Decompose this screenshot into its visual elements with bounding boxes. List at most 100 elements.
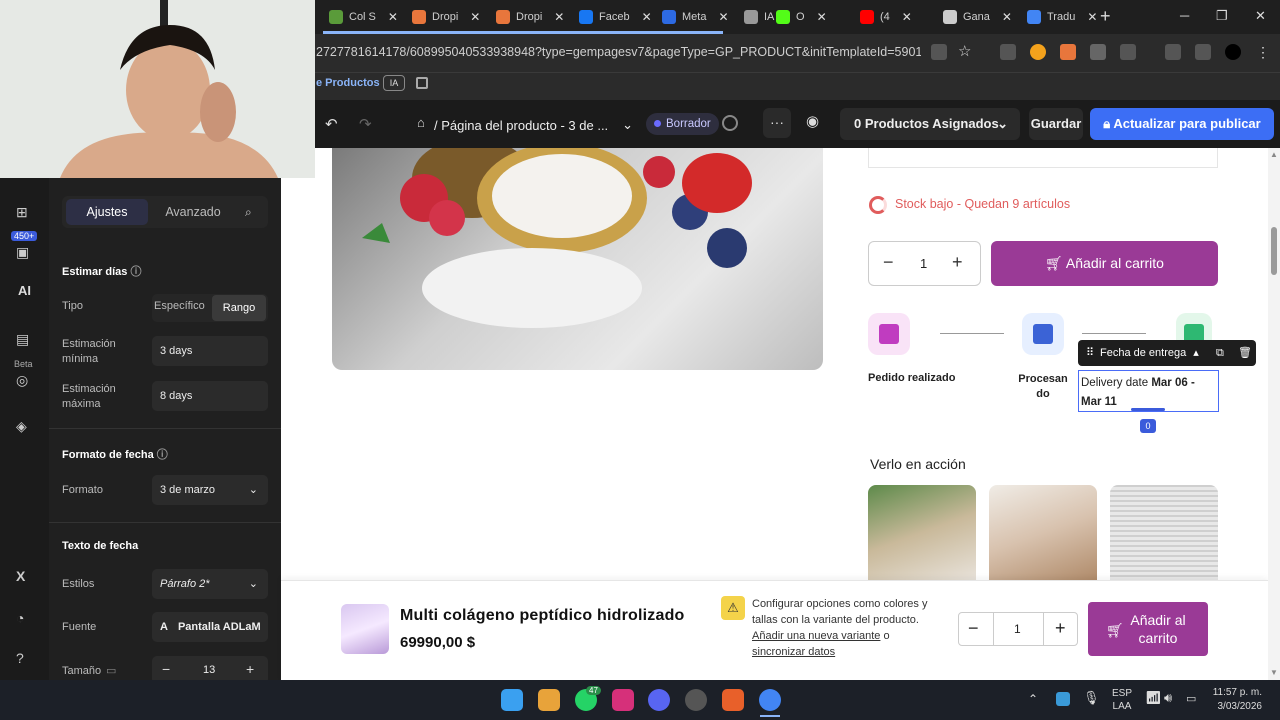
type-specific-option[interactable]: Específico bbox=[154, 300, 205, 312]
redo-icon[interactable]: ↷ bbox=[359, 115, 372, 133]
delivery-date-text[interactable]: Delivery date Mar 06 - Mar 11 bbox=[1078, 370, 1219, 412]
fl-studio-icon[interactable] bbox=[722, 689, 744, 711]
browser-tab[interactable]: Col S ✕ bbox=[323, 4, 404, 30]
battery-icon[interactable]: ▭ bbox=[1186, 692, 1196, 705]
browser-tab[interactable]: Faceb ✕ bbox=[573, 4, 658, 30]
bookmark-star-icon[interactable]: ☆ bbox=[958, 44, 974, 60]
extension-icon[interactable] bbox=[1030, 44, 1046, 60]
publish-button[interactable]: 🔒︎ Actualizar para publicar bbox=[1090, 108, 1274, 140]
sticky-add-to-cart-button[interactable]: 🛒︎ Añadir al carrito bbox=[1088, 602, 1208, 656]
info-icon[interactable]: ⓘ bbox=[130, 266, 141, 278]
chrome-icon[interactable] bbox=[759, 689, 781, 711]
extension-icon[interactable] bbox=[1060, 44, 1076, 60]
pages-icon[interactable]: ▤ bbox=[16, 331, 29, 348]
sync-data-link[interactable]: sincronizar datos bbox=[752, 646, 835, 658]
store-icon[interactable] bbox=[538, 689, 560, 711]
preview-eye-icon[interactable]: ◉ bbox=[806, 112, 819, 130]
min-estimate-input[interactable]: 3 days bbox=[152, 336, 268, 366]
scroll-up-icon[interactable]: ▲ bbox=[1270, 150, 1278, 159]
tray-chevron-icon[interactable]: ⌃ bbox=[1028, 692, 1038, 706]
speed-icon[interactable]: ◔ bbox=[16, 610, 24, 626]
browser-tab[interactable]: O ✕ bbox=[770, 4, 833, 30]
sticky-decrease-button[interactable]: − bbox=[968, 618, 979, 639]
eyedropper-icon[interactable] bbox=[1090, 44, 1106, 60]
browser-tab[interactable]: Dropi ✕ bbox=[406, 4, 486, 30]
url-field[interactable]: 2727781614178/608995040533938948?type=ge… bbox=[316, 45, 921, 59]
bookmark-products[interactable]: e Productos bbox=[316, 77, 380, 89]
close-tab-icon[interactable]: ✕ bbox=[1087, 10, 1097, 24]
bookmark-ia[interactable]: IA bbox=[383, 75, 405, 91]
chevron-up-icon[interactable]: ▴ bbox=[1193, 347, 1199, 359]
browser-tab[interactable]: (4 ✕ bbox=[854, 4, 918, 30]
format-select[interactable]: 3 de marzo ⌄ bbox=[152, 475, 268, 505]
undo-icon[interactable]: ↶ bbox=[325, 115, 338, 133]
extension-icon[interactable] bbox=[1000, 44, 1016, 60]
video-thumbnail[interactable] bbox=[1110, 485, 1218, 580]
close-tab-icon[interactable]: ✕ bbox=[718, 10, 728, 24]
wifi-icon[interactable]: 📶︎ bbox=[1145, 690, 1162, 706]
help-icon[interactable]: ? bbox=[16, 650, 24, 666]
close-tab-icon[interactable]: ✕ bbox=[470, 10, 480, 24]
scroll-down-icon[interactable]: ▼ bbox=[1270, 668, 1278, 677]
translate-page-icon[interactable] bbox=[931, 44, 947, 60]
extensions-puzzle-icon[interactable] bbox=[1120, 44, 1136, 60]
theme-icon[interactable]: ◎ bbox=[16, 372, 28, 389]
close-tab-icon[interactable]: ✕ bbox=[388, 10, 398, 24]
video-thumbnail[interactable] bbox=[868, 485, 976, 580]
profile-avatar[interactable] bbox=[1225, 44, 1241, 60]
more-options-button[interactable]: ··· bbox=[763, 108, 791, 138]
reading-list-icon[interactable] bbox=[1195, 44, 1211, 60]
performance-icon[interactable] bbox=[1165, 44, 1181, 60]
browser-tab[interactable]: Meta ✕ bbox=[656, 4, 735, 30]
max-estimate-input[interactable]: 8 days bbox=[152, 381, 268, 411]
x-icon[interactable]: X bbox=[16, 568, 25, 584]
tab-advanced[interactable]: Avanzado bbox=[158, 199, 228, 225]
grid-icon[interactable] bbox=[416, 77, 428, 89]
app-icon[interactable] bbox=[685, 689, 707, 711]
quantity-value[interactable]: 1 bbox=[920, 256, 927, 271]
sticky-increase-button[interactable]: + bbox=[1055, 618, 1066, 639]
templates-icon[interactable]: ▣ bbox=[16, 244, 29, 261]
ai-settings-icon[interactable] bbox=[722, 115, 738, 131]
size-increase-button[interactable]: + bbox=[246, 661, 254, 677]
browser-tab[interactable]: Gana ✕ bbox=[937, 4, 1018, 30]
drag-handle-icon[interactable]: ⠿ bbox=[1086, 340, 1094, 366]
quantity-increase-button[interactable]: + bbox=[952, 252, 963, 273]
minimize-button[interactable]: ─ bbox=[1180, 8, 1189, 23]
add-variant-link[interactable]: Añadir una nueva variante bbox=[752, 630, 880, 642]
browser-tab[interactable]: Dropi ✕ bbox=[490, 4, 570, 30]
search-icon[interactable]: ⌕ bbox=[245, 205, 252, 220]
close-window-button[interactable]: ✕ bbox=[1255, 8, 1266, 24]
styles-select[interactable]: Párrafo 2* ⌄ bbox=[152, 569, 268, 599]
info-icon[interactable]: ⓘ bbox=[157, 449, 168, 461]
microphone-icon[interactable]: 🎙︎ bbox=[1083, 690, 1100, 706]
tray-app-icon[interactable] bbox=[1056, 692, 1070, 706]
video-thumbnail[interactable] bbox=[989, 485, 1097, 580]
quantity-decrease-button[interactable]: − bbox=[883, 252, 894, 273]
layers-icon[interactable]: ◈ bbox=[16, 418, 27, 435]
duplicate-icon[interactable]: ⧉ bbox=[1216, 340, 1224, 366]
product-image[interactable] bbox=[332, 148, 823, 370]
add-to-cart-button[interactable]: 🛒︎ Añadir al carrito bbox=[991, 241, 1218, 286]
save-button[interactable]: Guardar bbox=[1029, 108, 1083, 140]
maximize-button[interactable]: ❐ bbox=[1216, 8, 1228, 24]
language-indicator[interactable]: ESP LAA bbox=[1112, 687, 1132, 713]
browser-menu-icon[interactable]: ⋮ bbox=[1256, 44, 1272, 60]
delivery-date-element-toolbar[interactable]: ⠿ Fecha de entrega ▴ ⧉ 🗑︎ bbox=[1078, 340, 1256, 366]
close-tab-icon[interactable]: ✕ bbox=[1002, 10, 1012, 24]
ai-icon[interactable]: AI bbox=[18, 283, 31, 298]
font-select[interactable]: A Pantalla ADLaM bbox=[152, 612, 268, 642]
close-tab-icon[interactable]: ✕ bbox=[902, 10, 912, 24]
assigned-products-dropdown[interactable]: 0 Productos Asignados ⌄ bbox=[840, 108, 1020, 140]
delete-icon[interactable]: 🗑︎ bbox=[1238, 340, 1252, 366]
instagram-icon[interactable] bbox=[612, 689, 634, 711]
scrollbar-thumb[interactable] bbox=[1271, 227, 1277, 275]
volume-icon[interactable]: 🔊︎ bbox=[1164, 690, 1172, 706]
close-tab-icon[interactable]: ✕ bbox=[554, 10, 564, 24]
page-title-selector[interactable]: / Página del producto - 3 de ... ⌄ bbox=[418, 117, 633, 133]
elements-icon[interactable]: ⊞ bbox=[16, 204, 28, 221]
tab-settings[interactable]: Ajustes bbox=[66, 199, 148, 225]
sticky-quantity-value[interactable]: 1 bbox=[1014, 622, 1021, 636]
browser-tab[interactable]: Tradu ✕ bbox=[1021, 4, 1103, 30]
size-value[interactable]: 13 bbox=[203, 664, 215, 676]
